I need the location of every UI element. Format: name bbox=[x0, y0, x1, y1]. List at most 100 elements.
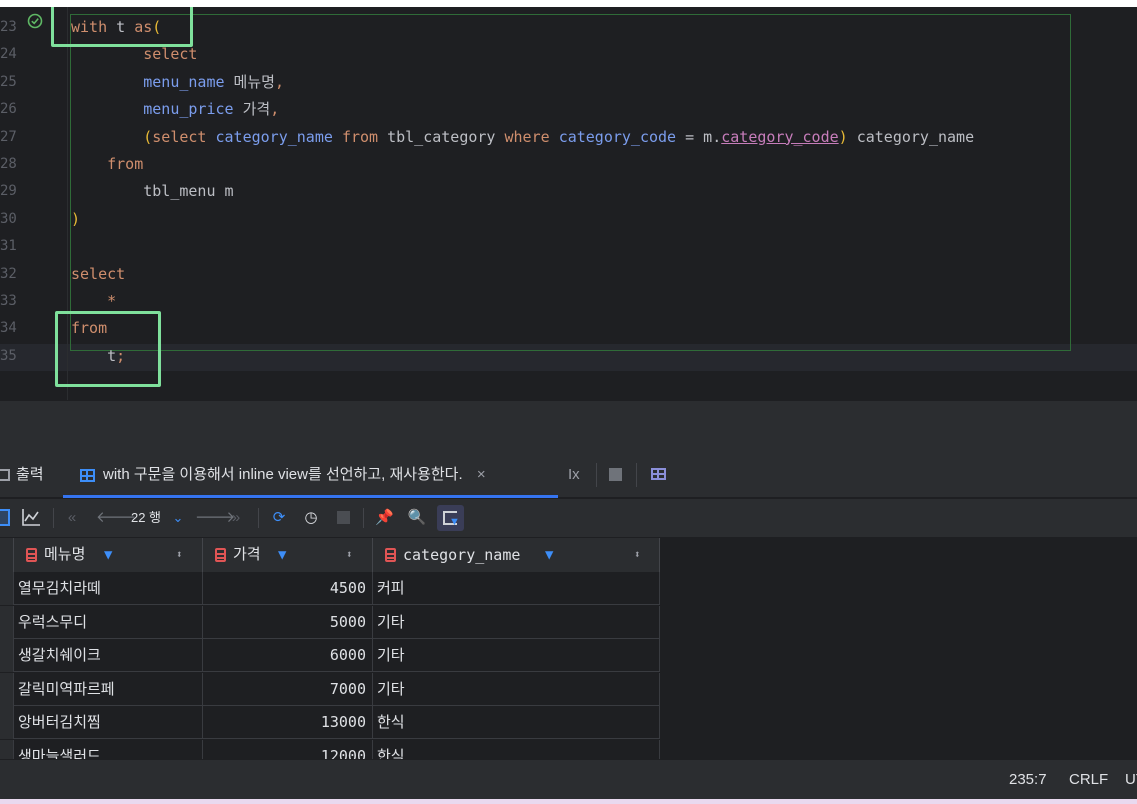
code-line[interactable]: 25 menu_name 메뉴명, bbox=[0, 69, 1137, 96]
row-selector[interactable] bbox=[0, 672, 14, 706]
table-cell[interactable]: 기타 bbox=[373, 605, 660, 639]
history-icon[interactable]: ◷ bbox=[301, 508, 321, 528]
table-cell[interactable]: 앙버터김치찜 bbox=[14, 706, 203, 740]
table-cell[interactable]: 갈릭미역파르페 bbox=[14, 672, 203, 706]
table-row[interactable]: 생마늘샐러드 12000 한식 bbox=[0, 740, 660, 759]
table-cell[interactable]: 4500 bbox=[203, 572, 373, 605]
refresh-icon[interactable]: ⟳ bbox=[269, 508, 289, 528]
row-selector[interactable] bbox=[0, 639, 14, 673]
grid-header: 메뉴명 ▼ ⬍ 가격 ▼ ⬍ category_name ▼ ⬍ bbox=[0, 538, 660, 572]
stop-icon[interactable] bbox=[337, 511, 350, 524]
sort-icon[interactable]: ⬍ bbox=[176, 538, 183, 572]
filter-icon[interactable]: ▼ bbox=[104, 538, 112, 572]
table-cell[interactable]: 우럭스무디 bbox=[14, 605, 203, 639]
row-selector[interactable] bbox=[0, 740, 14, 759]
table-row[interactable]: 우럭스무디 5000 기타 bbox=[0, 605, 660, 639]
code-token: category_code bbox=[721, 127, 839, 146]
line-number: 27 bbox=[0, 128, 17, 145]
sort-icon[interactable]: ⬍ bbox=[634, 538, 641, 572]
code-text[interactable]: tbl_menu m bbox=[71, 178, 233, 205]
table-cell[interactable]: 7000 bbox=[203, 672, 373, 706]
filter-icon[interactable]: ▼ bbox=[545, 538, 553, 572]
table-cell[interactable]: 기타 bbox=[373, 672, 660, 706]
code-text[interactable]: select bbox=[71, 261, 125, 288]
results-tab-bar: 출력 with 구문을 이용해서 inline view를 선언하고, 재사용한… bbox=[0, 452, 1137, 498]
code-token: ) bbox=[71, 209, 81, 228]
stop-square-icon[interactable] bbox=[609, 468, 622, 481]
tab-output-label: 출력 bbox=[16, 466, 44, 483]
code-token: , bbox=[274, 72, 284, 91]
code-line[interactable]: 27 (select category_name from tbl_catego… bbox=[0, 124, 1137, 151]
file-encoding[interactable]: UT bbox=[1125, 771, 1137, 788]
code-token: select bbox=[71, 264, 126, 283]
last-page-icon[interactable]: » bbox=[228, 508, 244, 528]
code-token: category_code bbox=[558, 127, 677, 146]
code-line[interactable]: 31 bbox=[0, 233, 1137, 260]
chevron-down-icon[interactable]: ⌄ bbox=[170, 508, 186, 528]
next-page-icon[interactable]: 🡒 bbox=[195, 508, 235, 528]
filter-icon[interactable]: ▼ bbox=[278, 538, 286, 572]
row-selector[interactable] bbox=[0, 706, 14, 740]
table-cell[interactable]: 12000 bbox=[203, 740, 373, 759]
table-cell[interactable]: 5000 bbox=[203, 605, 373, 639]
code-token: ) bbox=[838, 127, 848, 146]
code-token: , bbox=[270, 100, 280, 119]
column-header-menu-name[interactable]: 메뉴명 ▼ ⬍ bbox=[14, 538, 203, 572]
table-cell[interactable]: 한식 bbox=[373, 740, 660, 759]
code-text[interactable]: ) bbox=[71, 206, 80, 233]
code-text[interactable]: from bbox=[71, 151, 143, 178]
row-count-label[interactable]: 22 행 bbox=[126, 508, 166, 528]
table-row[interactable]: 앙버터김치찜 13000 한식 bbox=[0, 706, 660, 740]
table-row[interactable]: 갈릭미역파르페 7000 기타 bbox=[0, 672, 660, 706]
table-cell[interactable]: 기타 bbox=[373, 639, 660, 673]
code-line[interactable]: 28 from bbox=[0, 151, 1137, 178]
code-text[interactable]: (select category_name from tbl_category … bbox=[71, 124, 974, 151]
status-bar: 235:7 CRLF UT bbox=[0, 759, 1137, 799]
row-selector[interactable] bbox=[0, 572, 14, 605]
column-header-category-name[interactable]: category_name ▼ ⬍ bbox=[373, 538, 660, 572]
table-cell[interactable]: 생마늘샐러드 bbox=[14, 740, 203, 759]
tab-output[interactable]: 출력 bbox=[0, 452, 44, 498]
search-icon[interactable]: 🔍 bbox=[407, 508, 427, 528]
cursor-position[interactable]: 235:7 bbox=[1009, 771, 1047, 788]
code-text[interactable]: menu_price 가격, bbox=[71, 96, 279, 123]
tab-extra[interactable]: Ix bbox=[568, 452, 580, 498]
code-line[interactable]: 33 * bbox=[0, 288, 1137, 315]
window-bottom-edge bbox=[0, 799, 1137, 804]
code-text[interactable]: menu_name 메뉴명, bbox=[71, 69, 284, 96]
table-cell[interactable]: 열무김치라떼 bbox=[14, 572, 203, 605]
tab-close-icon[interactable]: × bbox=[477, 466, 486, 483]
code-line[interactable]: 34 from bbox=[0, 315, 1137, 342]
table-cell[interactable]: 커피 bbox=[373, 572, 660, 605]
code-line[interactable]: 30) bbox=[0, 206, 1137, 233]
column-header-price[interactable]: 가격 ▼ ⬍ bbox=[203, 538, 373, 572]
prev-page-icon[interactable]: 🡐 bbox=[96, 508, 136, 528]
table-view-icon[interactable] bbox=[0, 509, 10, 526]
sql-editor[interactable]: 23 with t as(24 select 25 menu_name 메뉴명, 26… bbox=[0, 7, 1137, 400]
code-line[interactable]: 35 t; bbox=[0, 343, 1137, 370]
code-line[interactable]: 26 menu_price 가격, bbox=[0, 96, 1137, 123]
table-row[interactable]: 생갈치쉐이크 6000 기타 bbox=[0, 639, 660, 673]
filter-panel-icon[interactable]: ▼ bbox=[437, 505, 464, 531]
first-page-icon[interactable]: « bbox=[64, 508, 80, 528]
results-toolbar: « 🡐 22 행 ⌄ 🡒 » ⟳ ◷ 📌 🔍 ▼ bbox=[0, 499, 1137, 537]
line-number: 34 bbox=[0, 320, 17, 337]
table-cell[interactable]: 13000 bbox=[203, 706, 373, 740]
code-token: select bbox=[143, 45, 198, 64]
table-cell[interactable]: 6000 bbox=[203, 639, 373, 673]
code-line[interactable]: 32 select bbox=[0, 261, 1137, 288]
table-row[interactable]: 열무김치라떼 4500 커피 bbox=[0, 572, 660, 605]
layout-grid-icon[interactable] bbox=[651, 468, 666, 480]
line-ending[interactable]: CRLF bbox=[1069, 771, 1108, 788]
chart-view-icon[interactable] bbox=[21, 508, 41, 527]
code-line[interactable]: 29 tbl_menu m bbox=[0, 178, 1137, 205]
pin-icon[interactable]: 📌 bbox=[375, 508, 394, 528]
tab-query-result[interactable]: with 구문을 이용해서 inline view를 선언하고, 재사용한다. … bbox=[80, 452, 486, 498]
table-cell[interactable]: 한식 bbox=[373, 706, 660, 740]
table-cell[interactable]: 생갈치쉐이크 bbox=[14, 639, 203, 673]
sort-icon[interactable]: ⬍ bbox=[346, 538, 353, 572]
row-selector[interactable] bbox=[0, 605, 14, 639]
